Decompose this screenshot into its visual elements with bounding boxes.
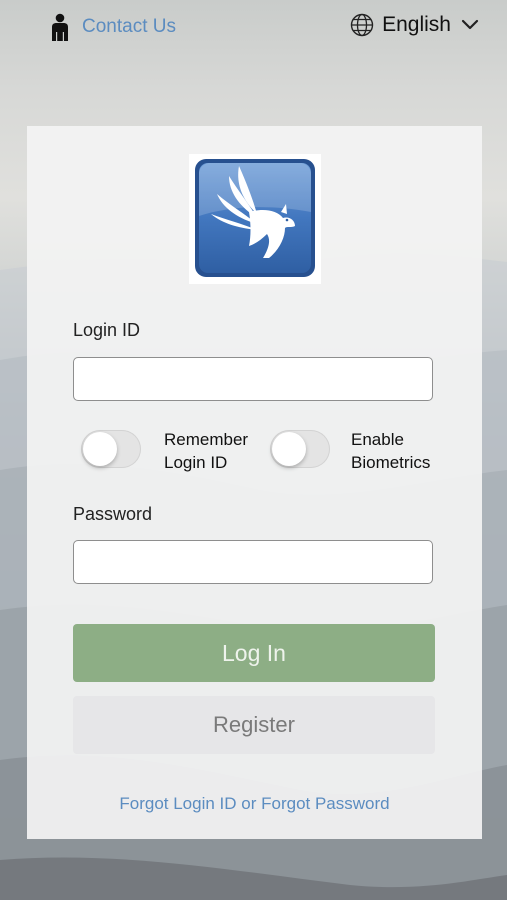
login-card: Login ID Remember Login ID Enable Biomet… <box>27 126 482 839</box>
enable-biometrics-label: Enable Biometrics <box>351 430 431 472</box>
toggle-knob <box>83 432 117 466</box>
contact-us-link[interactable]: Contact Us <box>48 13 176 41</box>
remember-login-id-toggle[interactable] <box>81 430 141 468</box>
login-button[interactable]: Log In <box>73 624 435 682</box>
contact-us-label: Contact Us <box>82 16 176 37</box>
language-selector[interactable]: English <box>350 13 479 37</box>
language-label: English <box>382 13 451 36</box>
login-id-input[interactable] <box>73 357 433 401</box>
pegasus-logo-icon <box>195 159 315 277</box>
toggle-knob <box>272 432 306 466</box>
register-button[interactable]: Register <box>73 696 435 754</box>
chevron-down-icon <box>461 19 479 30</box>
password-label: Password <box>73 504 153 524</box>
person-icon <box>52 13 68 41</box>
app-logo <box>189 154 321 284</box>
remember-login-id-label: Remember Login ID <box>164 430 249 472</box>
enable-biometrics-toggle[interactable] <box>270 430 330 468</box>
globe-icon <box>350 13 374 37</box>
top-bar: Contact Us English <box>0 0 507 56</box>
password-input[interactable] <box>73 540 433 584</box>
login-id-label: Login ID <box>73 320 141 340</box>
forgot-credentials-link[interactable]: Forgot Login ID or Forgot Password <box>27 794 482 814</box>
